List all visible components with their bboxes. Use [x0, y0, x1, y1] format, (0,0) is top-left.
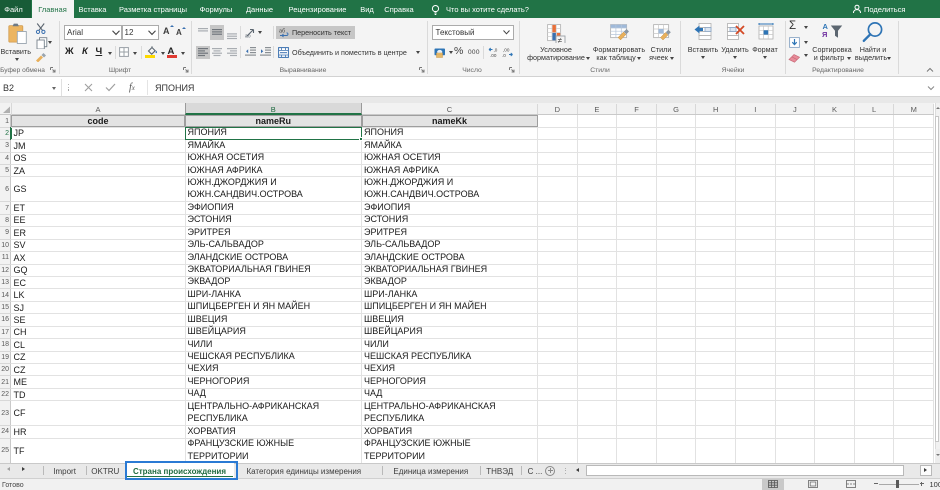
svg-text:≠: ≠ — [558, 36, 563, 43]
svg-text:аб: аб — [245, 33, 251, 38]
svg-text:аб: аб — [279, 29, 285, 35]
